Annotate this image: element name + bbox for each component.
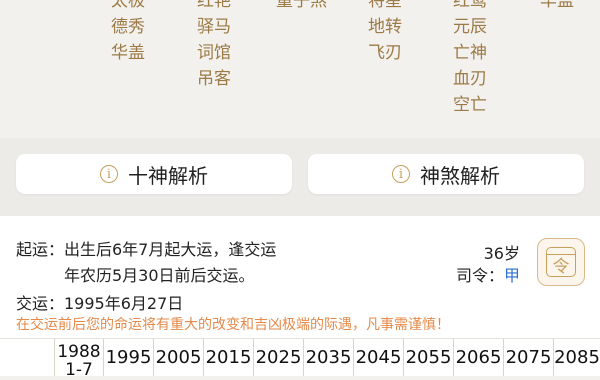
star-label: 血刃	[453, 69, 487, 89]
dayun-cell[interactable]: 1995	[103, 339, 153, 376]
dayun-cell[interactable]: 2045	[353, 339, 403, 376]
star-label: 词馆	[197, 43, 231, 63]
siling-value: 甲	[503, 266, 520, 285]
star-label: 华盖	[540, 0, 574, 11]
star-label: 亡神	[453, 43, 487, 63]
jiaoyun-date: 交运：1995年6月27日	[16, 294, 184, 313]
jiaoyun-warning: 在交运前后您的命运将有重大的改变和吉凶极端的际遇，凡事需谨慎！	[16, 317, 450, 333]
stars-column-6: 华盖	[540, 0, 574, 14]
qiyun-line-2: 年农历5月30日前后交运。	[64, 266, 255, 285]
stars-column-2: 红艳 驿马 词馆 吊客	[197, 0, 231, 92]
shensha-analysis-button[interactable]: i 神煞解析	[308, 154, 584, 194]
dayun-cell[interactable]: 2065	[453, 339, 503, 376]
stars-column-5: 红鸾 元辰 亡神 血刃 空亡	[453, 0, 487, 118]
qiyun-section: 起运：出生后6年7月起大运，逢交运 年农历5月30日前后交运。 36岁 司令：甲…	[0, 216, 600, 338]
dayun-cell[interactable]: 2025	[253, 339, 303, 376]
shishen-analysis-label: 十神解析	[128, 163, 208, 188]
dayun-cell-first[interactable]: 1988 1-7	[54, 339, 103, 380]
star-label: 将星	[368, 0, 402, 11]
stars-column-1: 太极 德秀 华盖	[111, 0, 145, 66]
star-label: 太极	[111, 0, 145, 11]
star-label: 童子煞	[276, 0, 327, 11]
qiyun-line-1: 起运：出生后6年7月起大运，逢交运	[16, 240, 277, 259]
analysis-button-bar: i 十神解析 i 神煞解析	[0, 138, 600, 216]
star-label: 吊客	[197, 69, 231, 89]
shensha-stars-panel: 太极 德秀 华盖 红艳 驿马 词馆 吊客 童子煞 将星 地转 飞刃 红鸾 元辰 …	[0, 0, 600, 138]
ling-button[interactable]: 令	[537, 238, 585, 286]
star-label: 飞刃	[368, 43, 402, 63]
star-label: 德秀	[111, 17, 145, 37]
star-label: 驿马	[197, 17, 231, 37]
dayun-first-sub: 1-7	[65, 360, 93, 380]
dayun-cell[interactable]: 2015	[203, 339, 253, 376]
siling-row: 司令：甲	[456, 262, 520, 286]
dayun-cell[interactable]: 2035	[303, 339, 353, 376]
shensha-analysis-label: 神煞解析	[420, 163, 500, 188]
shishen-analysis-button[interactable]: i 十神解析	[16, 154, 292, 194]
siling-label: 司令：	[455, 266, 504, 285]
star-label: 元辰	[453, 17, 487, 37]
dayun-cell[interactable]: 2055	[403, 339, 453, 376]
ling-icon: 令	[546, 247, 576, 277]
dayun-row: 1988 1-7 1995 2005 2015 2025 2035 2045 2…	[0, 338, 600, 380]
stars-column-3: 童子煞	[276, 0, 327, 14]
star-label: 华盖	[111, 43, 145, 63]
star-label: 红鸾	[453, 0, 487, 11]
info-icon: i	[392, 165, 410, 183]
info-icon: i	[100, 165, 118, 183]
stars-column-4: 将星 地转 飞刃	[368, 0, 402, 66]
dayun-cell[interactable]: 2005	[153, 339, 203, 376]
dayun-cell[interactable]: 2075	[503, 339, 553, 376]
qiyun-age: 36岁	[483, 244, 520, 263]
star-label: 空亡	[453, 95, 487, 115]
dayun-cell[interactable]: 2085	[553, 339, 600, 376]
star-label: 红艳	[197, 0, 231, 11]
star-label: 地转	[368, 17, 402, 37]
dayun-first-year: 1988	[57, 342, 101, 362]
